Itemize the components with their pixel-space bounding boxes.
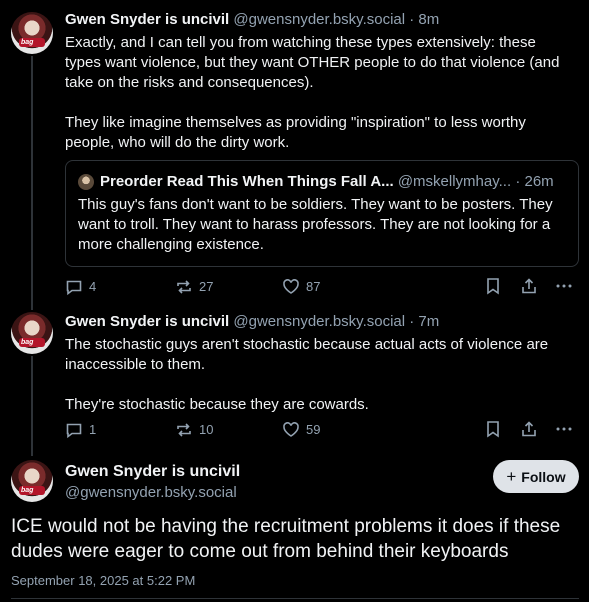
more-icon bbox=[556, 427, 572, 431]
reply-button[interactable]: 4 bbox=[65, 277, 96, 297]
repost-icon bbox=[177, 280, 191, 294]
like-icon bbox=[283, 422, 299, 437]
post-header: Gwen Snyder is uncivil @gwensnyder.bsky.… bbox=[65, 11, 439, 29]
post-time[interactable]: · 7m bbox=[409, 313, 439, 330]
like-button[interactable]: 59 bbox=[282, 420, 320, 440]
post-paragraph: They're stochastic because they are cowa… bbox=[65, 396, 369, 413]
like-count: 87 bbox=[306, 279, 321, 294]
more-icon bbox=[556, 284, 572, 288]
author-name[interactable]: Gwen Snyder is uncivil bbox=[65, 313, 229, 330]
bookmark-button[interactable] bbox=[485, 277, 501, 295]
post-header: Gwen Snyder is uncivil @gwensnyder.bsky.… bbox=[65, 313, 439, 331]
share-button[interactable] bbox=[520, 420, 538, 438]
author-handle[interactable]: @gwensnyder.bsky.social bbox=[233, 11, 405, 28]
thread-post[interactable]: bag Gwen Snyder is uncivil @gwensnyder.b… bbox=[0, 302, 589, 450]
plus-icon: + bbox=[506, 466, 517, 486]
repost-button[interactable]: 27 bbox=[175, 277, 213, 297]
follow-button[interactable]: + Follow bbox=[493, 460, 579, 493]
reply-icon bbox=[66, 280, 82, 296]
bookmark-icon bbox=[487, 421, 499, 438]
main-post-text: ICE would not be having the recruitment … bbox=[11, 516, 561, 562]
post-timestamp[interactable]: September 18, 2025 at 5:22 PM bbox=[11, 573, 195, 589]
repost-icon bbox=[177, 423, 191, 437]
post-time[interactable]: · 8m bbox=[409, 11, 439, 28]
quote-avatar bbox=[78, 174, 94, 190]
reply-button[interactable]: 1 bbox=[65, 420, 96, 440]
author-handle[interactable]: @gwensnyder.bsky.social bbox=[233, 313, 405, 330]
reply-icon bbox=[66, 423, 82, 439]
author-avatar[interactable]: bag bbox=[11, 460, 53, 502]
divider bbox=[11, 598, 579, 599]
share-icon bbox=[522, 421, 536, 437]
post-text: The stochastic guys aren't stochastic be… bbox=[65, 335, 575, 415]
author-name[interactable]: Gwen Snyder is uncivil bbox=[65, 11, 229, 28]
thread-post[interactable]: bag Gwen Snyder is uncivil @gwensnyder.b… bbox=[0, 0, 589, 302]
like-button[interactable]: 87 bbox=[282, 277, 320, 297]
repost-count: 10 bbox=[199, 422, 214, 437]
more-options-button[interactable] bbox=[555, 277, 573, 295]
like-icon bbox=[283, 279, 299, 294]
post-paragraph: They like imagine themselves as providin… bbox=[65, 114, 526, 151]
quote-header: Preorder Read This When Things Fall A...… bbox=[100, 173, 554, 191]
like-count: 59 bbox=[306, 422, 321, 437]
post-actions: 1 10 59 bbox=[65, 420, 579, 440]
author-name[interactable]: Gwen Snyder is uncivil bbox=[65, 462, 240, 481]
quote-author-handle: @mskellymhay... bbox=[397, 173, 512, 190]
post-paragraph: Exactly, and I can tell you from watchin… bbox=[65, 34, 560, 91]
bookmark-icon bbox=[487, 278, 499, 295]
author-avatar[interactable]: bag bbox=[11, 12, 53, 54]
author-avatar[interactable]: bag bbox=[11, 312, 53, 354]
repost-button[interactable]: 10 bbox=[175, 420, 213, 440]
post-text: Exactly, and I can tell you from watchin… bbox=[65, 33, 575, 153]
quote-time: · 26m bbox=[515, 173, 554, 190]
follow-label: Follow bbox=[521, 468, 566, 485]
reply-count: 1 bbox=[89, 422, 97, 437]
repost-count: 27 bbox=[199, 279, 214, 294]
share-icon bbox=[522, 278, 536, 294]
quote-author-name: Preorder Read This When Things Fall A... bbox=[100, 173, 394, 190]
post-paragraph: The stochastic guys aren't stochastic be… bbox=[65, 336, 549, 373]
more-options-button[interactable] bbox=[555, 420, 573, 438]
post-actions: 4 27 87 bbox=[65, 277, 579, 297]
author-handle[interactable]: @gwensnyder.bsky.social bbox=[65, 484, 237, 502]
reply-count: 4 bbox=[89, 279, 97, 294]
quote-post[interactable]: Preorder Read This When Things Fall A...… bbox=[65, 160, 579, 267]
quote-text: This guy's fans don't want to be soldier… bbox=[78, 196, 553, 253]
bookmark-button[interactable] bbox=[485, 420, 501, 438]
share-button[interactable] bbox=[520, 277, 538, 295]
